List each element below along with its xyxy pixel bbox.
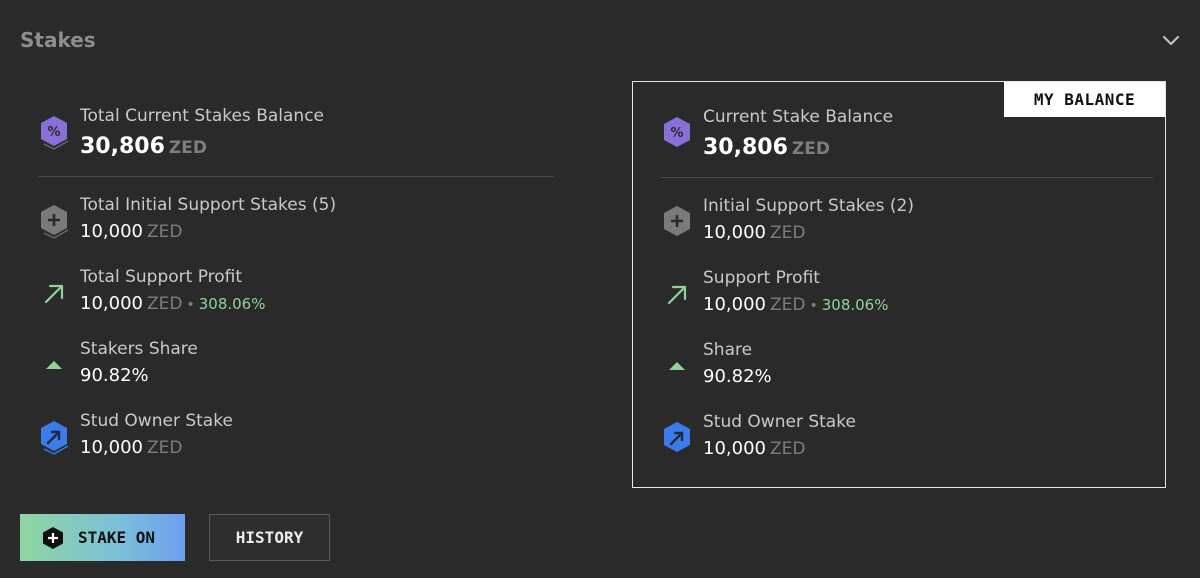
stat-value: 30,806 ZED xyxy=(80,134,207,159)
stat-label: Total Initial Support Stakes (5) xyxy=(80,195,337,215)
stat-label: Stud Owner Stake xyxy=(80,411,233,431)
stat-value: 10,000 ZED xyxy=(80,437,183,458)
stud-owner-stake: Stud Owner Stake 10,000 ZED xyxy=(38,405,554,477)
stake-on-label: STAKE ON xyxy=(78,528,156,547)
arrow-up-right-icon xyxy=(44,284,64,304)
stat-label: Total Support Profit xyxy=(80,267,243,287)
page-title: Stakes xyxy=(20,28,96,52)
plus-hexagon-icon xyxy=(664,206,690,236)
my-balance-panel: MY BALANCE % Current Stake Balance 30,80… xyxy=(632,81,1166,488)
stakers-share: Stakers Share 90.82% xyxy=(38,333,554,405)
arrow-up-right-icon xyxy=(667,285,687,305)
stat-label: Share xyxy=(703,340,753,360)
stud-owner-hexagon-icon xyxy=(41,421,69,455)
stat-label: Total Current Stakes Balance xyxy=(80,106,324,126)
total-initial-support-stakes: Total Initial Support Stakes (5) 10,000 Z… xyxy=(38,189,554,261)
triangle-up-icon xyxy=(669,362,685,370)
plus-hexagon-icon xyxy=(43,526,63,549)
support-profit: Support Profit 10,000 ZED • 308.06% xyxy=(661,262,1153,334)
stud-owner-hexagon-icon xyxy=(664,422,690,452)
plus-hexagon-icon xyxy=(41,205,69,239)
divider xyxy=(661,177,1153,178)
current-stake-balance: % Current Stake Balance 30,806 ZED xyxy=(661,101,1153,173)
stat-value: 30,806 ZED xyxy=(703,135,830,160)
svg-text:%: % xyxy=(670,126,683,141)
divider xyxy=(38,176,554,177)
stat-label: Initial Support Stakes (2) xyxy=(703,196,914,216)
stat-label: Stakers Share xyxy=(80,339,198,359)
stat-label: Support Profit xyxy=(703,268,820,288)
history-button[interactable]: HISTORY xyxy=(209,514,330,561)
stat-value: 10,000 ZED • 308.06% xyxy=(80,293,266,314)
stat-value: 90.82% xyxy=(80,365,149,386)
percent-hexagon-icon: % xyxy=(664,117,690,147)
stat-value: 10,000 ZED xyxy=(703,438,806,459)
initial-support-stakes: Initial Support Stakes (2) 10,000 ZED xyxy=(661,190,1153,262)
total-stakes-panel: % Total Current Stakes Balance 30,806 ZED… xyxy=(38,100,554,477)
triangle-up-icon xyxy=(46,361,62,369)
stat-value: 10,000 ZED xyxy=(80,221,183,242)
stat-value: 10,000 ZED xyxy=(703,222,806,243)
share: Share 90.82% xyxy=(661,334,1153,406)
svg-text:%: % xyxy=(47,125,60,140)
total-current-stakes-balance: % Total Current Stakes Balance 30,806 ZED xyxy=(38,100,554,172)
total-support-profit: Total Support Profit 10,000 ZED • 308.06% xyxy=(38,261,554,333)
stud-owner-stake: Stud Owner Stake 10,000 ZED xyxy=(661,406,1153,478)
percent-hexagon-icon: % xyxy=(41,116,69,150)
stat-value: 10,000 ZED • 308.06% xyxy=(703,294,889,315)
stake-on-button[interactable]: STAKE ON xyxy=(20,514,185,561)
stat-label: Stud Owner Stake xyxy=(703,412,856,432)
stat-label: Current Stake Balance xyxy=(703,107,894,127)
stat-value: 90.82% xyxy=(703,366,772,387)
chevron-down-icon[interactable] xyxy=(1160,30,1182,52)
